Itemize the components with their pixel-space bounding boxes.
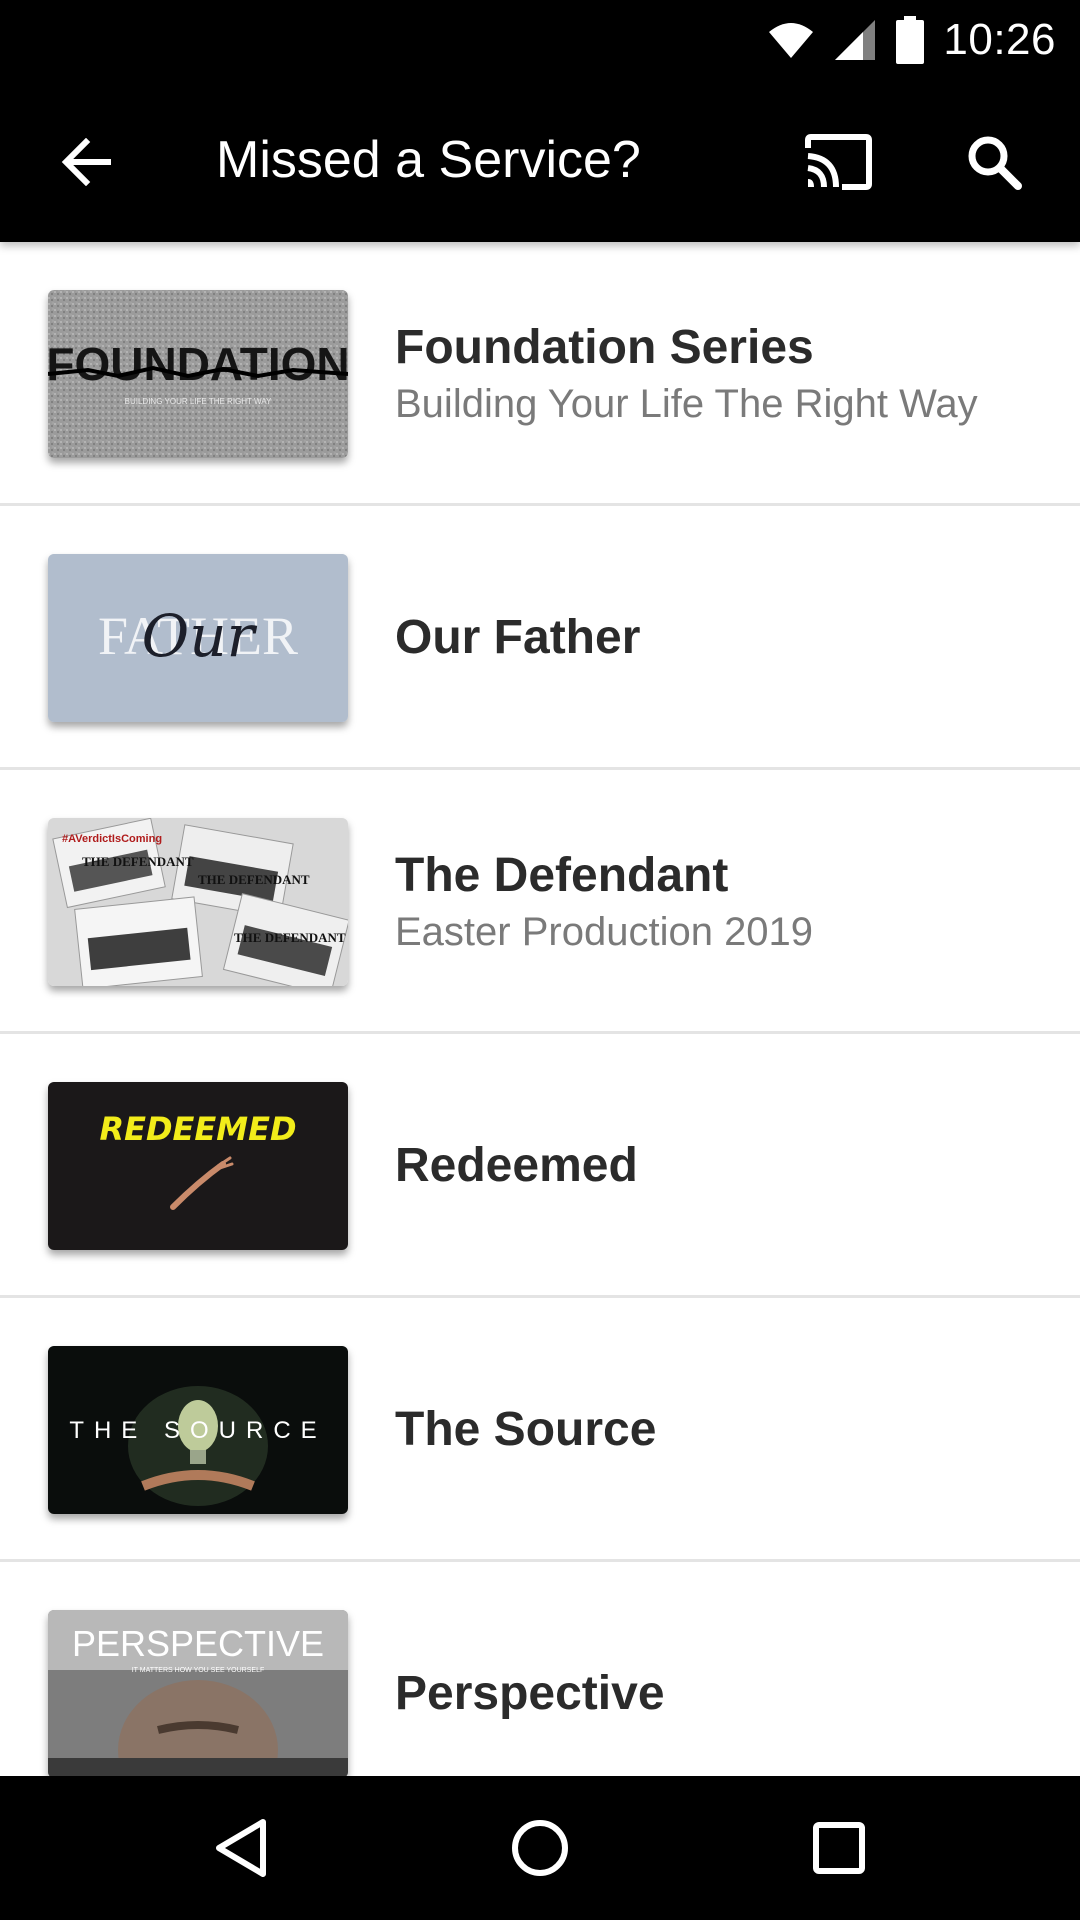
series-text: Redeemed (395, 1034, 1056, 1298)
status-time: 10:26 (943, 15, 1056, 64)
series-text: The Source (395, 1298, 1056, 1562)
svg-text:THE SOURCE: THE SOURCE (69, 1417, 326, 1444)
series-title: The Defendant (395, 849, 729, 902)
series-thumbnail: FOUNDATION BUILDING YOUR LIFE THE RIGHT … (48, 290, 348, 458)
system-nav-bar (0, 1776, 1080, 1920)
svg-text:Our: Our (142, 602, 258, 670)
series-text: Our Father (395, 506, 1056, 770)
list-item[interactable]: FOUNDATION BUILDING YOUR LIFE THE RIGHT … (0, 242, 1080, 506)
svg-text:BUILDING YOUR LIFE THE RIGHT W: BUILDING YOUR LIFE THE RIGHT WAY (125, 397, 272, 406)
svg-text:FOUNDATION: FOUNDATION (48, 338, 348, 390)
series-title: Perspective (395, 1667, 665, 1720)
svg-text:#AVerdictIsComing: #AVerdictIsComing (62, 833, 162, 845)
series-thumbnail: #AVerdictIsComing THE DEFENDANT THE DEFE… (48, 818, 348, 986)
series-thumbnail: FATHER Our (48, 554, 348, 722)
arrow-back-icon (61, 138, 111, 186)
wifi-icon (769, 23, 814, 58)
list-item[interactable]: #AVerdictIsComing THE DEFENDANT THE DEFE… (0, 770, 1080, 1034)
cast-button[interactable] (796, 120, 880, 204)
series-text: The Defendant Easter Production 2019 (395, 770, 1056, 1034)
series-thumbnail: THE SOURCE (48, 1346, 348, 1514)
series-title: The Source (395, 1403, 657, 1456)
list-item[interactable]: THE SOURCE The Source (0, 1298, 1080, 1562)
app-bar: Missed a Service? (0, 80, 1080, 242)
svg-text:PERSPECTIVE: PERSPECTIVE (72, 1623, 324, 1664)
cellular-signal-icon (835, 20, 876, 60)
nav-back-button[interactable] (191, 1798, 291, 1898)
series-list: FOUNDATION BUILDING YOUR LIFE THE RIGHT … (0, 242, 1080, 1776)
search-icon (968, 136, 1022, 190)
nav-home-icon (512, 1820, 568, 1876)
series-subtitle: Building Your Life The Right Way (395, 382, 978, 426)
svg-text:IT MATTERS HOW YOU SEE YOURSEL: IT MATTERS HOW YOU SEE YOURSELF (132, 1667, 265, 1674)
series-subtitle: Easter Production 2019 (395, 910, 814, 954)
list-item[interactable]: PERSPECTIVE IT MATTERS HOW YOU SEE YOURS… (0, 1562, 1080, 1776)
svg-text:REDEEMED: REDEEMED (99, 1110, 296, 1148)
search-button[interactable] (952, 120, 1036, 204)
list-item[interactable]: REDEEMED Redeemed (0, 1034, 1080, 1298)
series-title: Our Father (395, 611, 641, 664)
nav-recents-button[interactable] (789, 1798, 889, 1898)
series-thumbnail: REDEEMED (48, 1082, 348, 1250)
nav-home-button[interactable] (490, 1798, 590, 1898)
back-button[interactable] (44, 120, 128, 204)
battery-icon (896, 16, 925, 64)
list-item[interactable]: FATHER Our Our Father (0, 506, 1080, 770)
status-bar: 10:26 (0, 0, 1080, 80)
series-text: Foundation Series Building Your Life The… (395, 242, 1056, 506)
nav-back-icon (216, 1819, 266, 1877)
series-text: Perspective (395, 1562, 1056, 1776)
series-thumbnail: PERSPECTIVE IT MATTERS HOW YOU SEE YOURS… (48, 1610, 348, 1776)
svg-text:THE DEFENDANT: THE DEFENDANT (198, 872, 310, 887)
series-title: Redeemed (395, 1139, 638, 1192)
svg-text:THE DEFENDANT: THE DEFENDANT (82, 854, 194, 869)
status-icons: 10:26 (767, 0, 1056, 80)
page-title: Missed a Service? (216, 131, 641, 189)
cast-icon (805, 134, 872, 190)
nav-recents-icon (813, 1822, 865, 1874)
series-title: Foundation Series (395, 321, 814, 374)
svg-text:THE DEFENDANT: THE DEFENDANT (234, 930, 346, 945)
